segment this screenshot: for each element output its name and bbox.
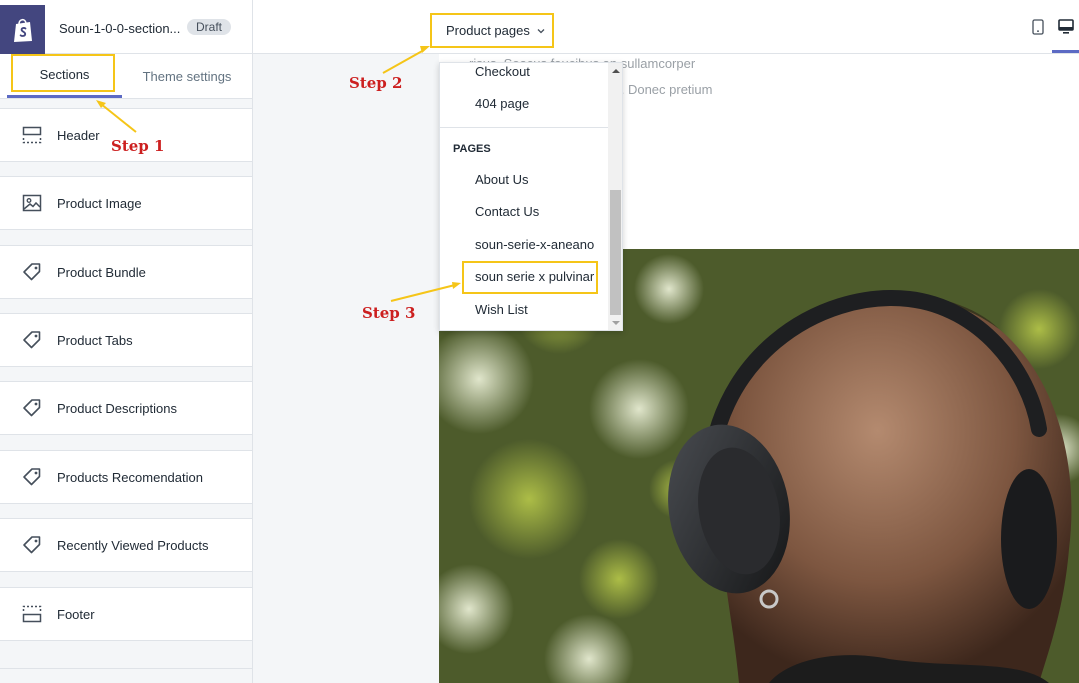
sidebar-divider [0,668,252,669]
desktop-view-button[interactable] [1055,16,1077,38]
section-footer[interactable]: Footer [0,587,252,641]
top-divider [252,0,253,54]
page-type-select-label: Product pages [446,23,530,38]
page-type-select[interactable]: Product pages [430,13,554,48]
annotation-step-1: Step 1 [111,137,165,155]
chevron-down-icon [537,28,545,33]
tag-icon [22,535,42,555]
tag-icon [22,398,42,418]
image-icon [22,193,42,213]
section-product-image[interactable]: Product Image [0,176,252,230]
section-product-tabs[interactable]: Product Tabs [0,313,252,367]
mobile-icon [1032,19,1044,35]
header-layout-icon [22,125,42,145]
top-bar: Soun-1-0-0-section... Draft Product page… [0,0,1079,54]
tag-icon [22,330,42,350]
desktop-active-indicator [1052,50,1079,53]
dropdown-option-soun-serie-x-aneano[interactable]: soun-serie-x-aneano [475,237,594,252]
section-label: Products Recomendation [57,469,203,485]
scroll-down-arrow-icon[interactable] [612,319,620,327]
dropdown-divider [440,127,608,128]
scroll-up-arrow-icon[interactable] [612,67,620,75]
page-type-dropdown: Checkout 404 page PAGES About Us Contact… [439,62,623,331]
dropdown-option-soun-serie-x-pulvinar[interactable]: soun serie x pulvinar [475,269,594,284]
annotation-step-2: Step 2 [349,74,403,92]
dropdown-option-404[interactable]: 404 page [475,96,529,111]
status-badge: Draft [187,19,232,35]
sidebar-tabs: Sections Theme settings [0,54,252,99]
section-product-descriptions[interactable]: Product Descriptions [0,381,252,435]
footer-layout-icon [22,604,42,624]
dropdown-option-about-us[interactable]: About Us [475,172,528,187]
tab-theme-settings[interactable]: Theme settings [124,54,250,98]
tab-sections[interactable]: Sections [7,54,122,98]
shopify-logo[interactable] [0,5,45,54]
tag-icon [22,467,42,487]
tag-icon [22,262,42,282]
section-label: Product Tabs [57,332,133,348]
section-label: Footer [57,606,95,622]
theme-name: Soun-1-0-0-section... [59,21,181,36]
section-label: Product Descriptions [57,400,177,416]
dropdown-option-checkout[interactable]: Checkout [475,64,530,79]
step1-highlight-box [11,54,115,92]
mobile-view-button[interactable] [1027,16,1049,38]
shopify-bag-icon [13,18,32,42]
section-product-bundle[interactable]: Product Bundle [0,245,252,299]
desktop-icon [1058,19,1074,34]
dropdown-scroll-thumb[interactable] [610,190,621,315]
annotation-step-3: Step 3 [362,304,416,322]
section-label: Product Image [57,195,142,211]
section-recently-viewed-products[interactable]: Recently Viewed Products [0,518,252,572]
dropdown-option-contact-us[interactable]: Contact Us [475,204,539,219]
section-label: Recently Viewed Products [57,537,209,553]
section-products-recomendation[interactable]: Products Recomendation [0,450,252,504]
section-label: Product Bundle [57,264,146,280]
dropdown-group-heading: PAGES [453,143,491,155]
section-label: Header [57,127,100,143]
tab-theme-settings-label: Theme settings [142,68,232,84]
theme-preview: risus. Seacus faucibus an sullamcorper m… [253,54,1079,683]
dropdown-option-wish-list[interactable]: Wish List [475,302,528,317]
